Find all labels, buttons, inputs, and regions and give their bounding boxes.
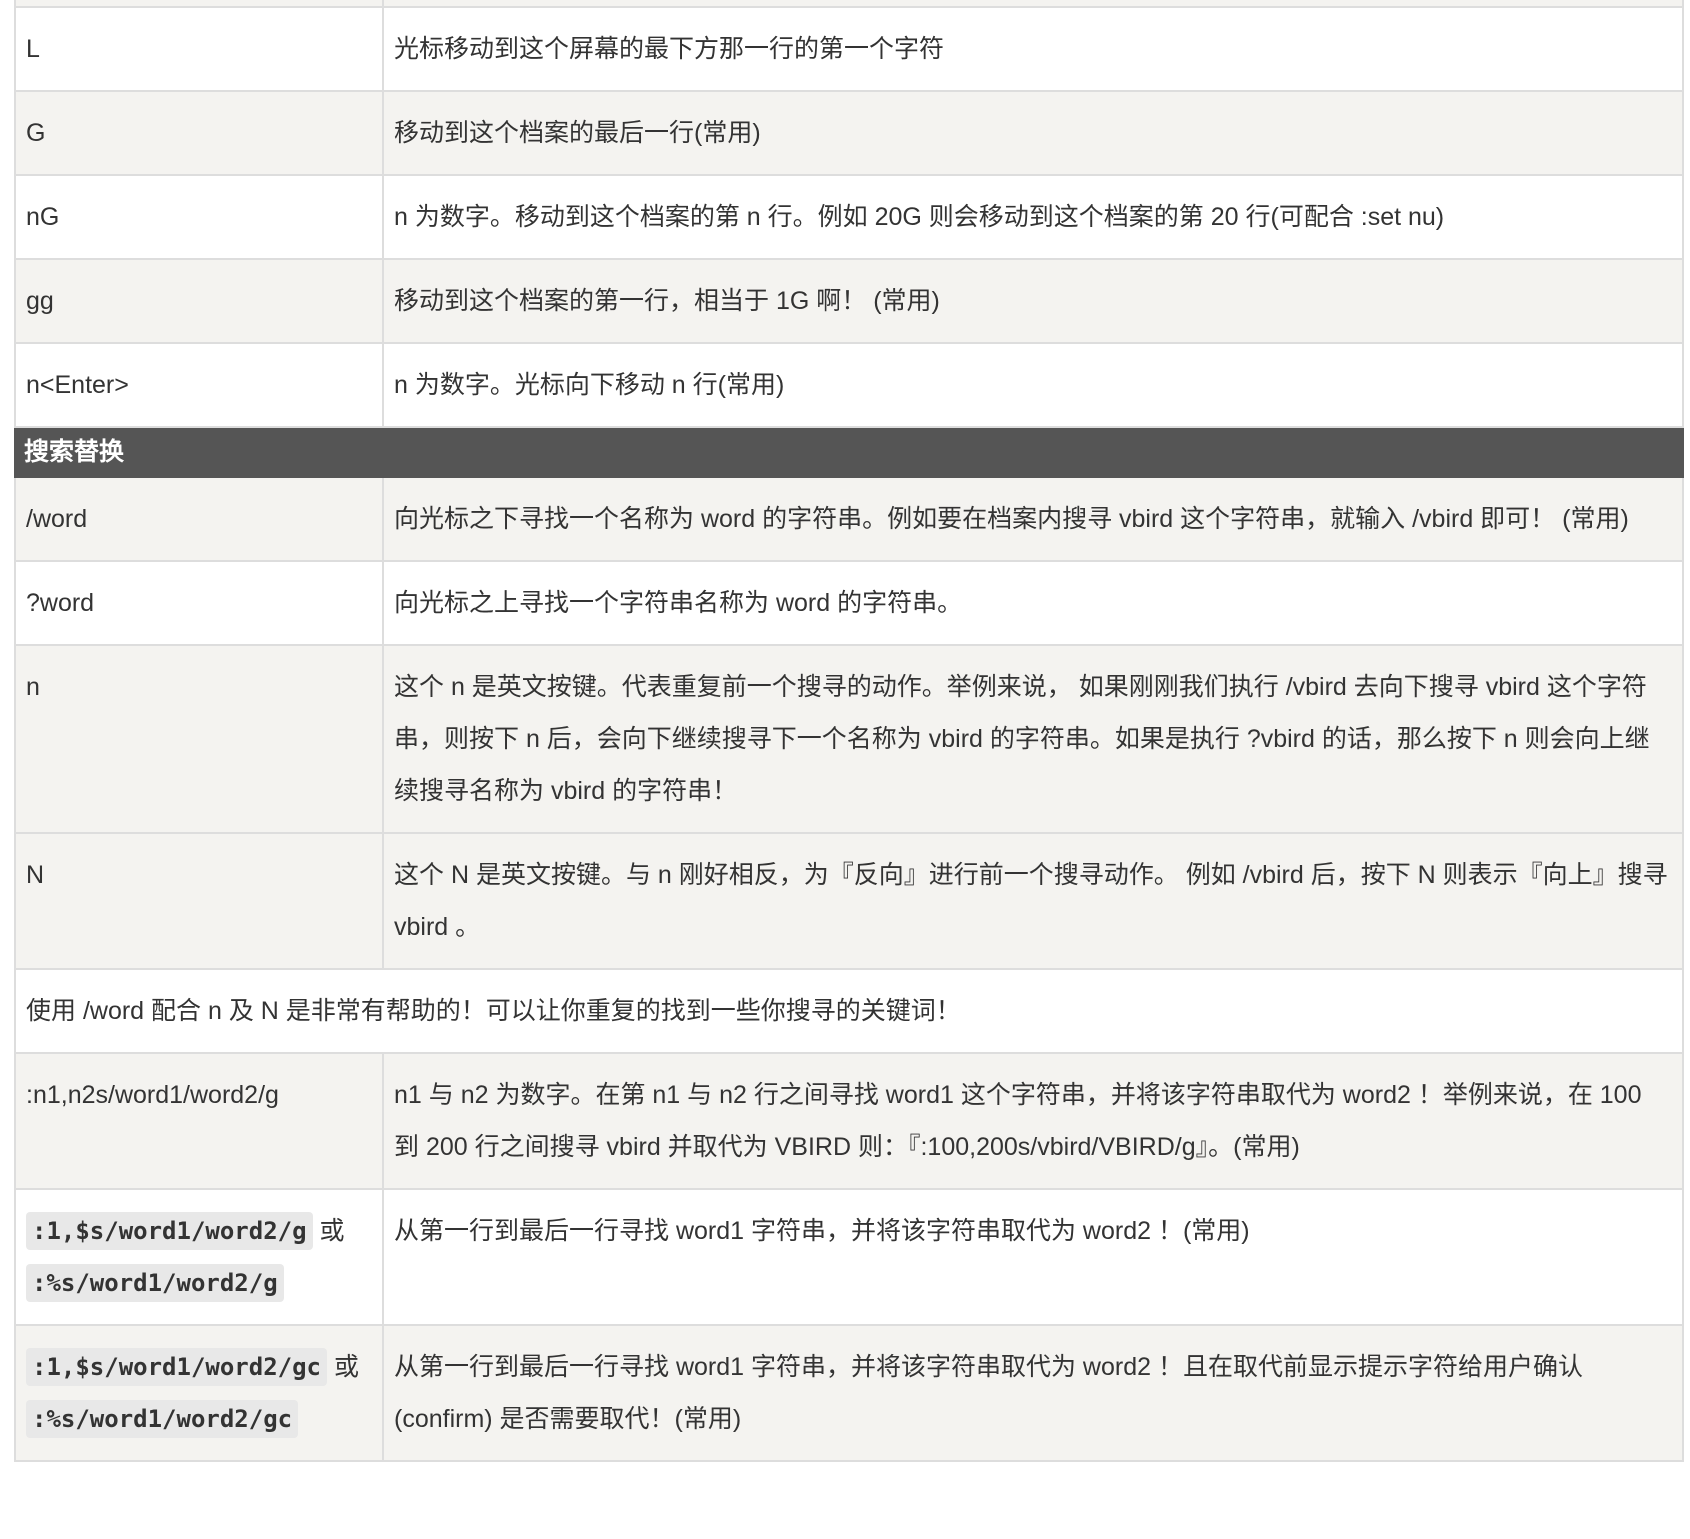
table-row: :1,$s/word1/word2/g 或 :%s/word1/word2/g … <box>14 1188 1684 1326</box>
command-desc: 移动到这个档案的第一行，相当于 1G 啊！ (常用) <box>382 258 1684 344</box>
command-key: gg <box>14 258 384 344</box>
command-code: :1,$s/word1/word2/g <box>26 1212 313 1250</box>
note-text: 使用 /word 配合 n 及 N 是非常有帮助的！可以让你重复的找到一些你搜寻… <box>14 968 1684 1054</box>
or-text: 或 <box>319 1217 345 1245</box>
command-desc: 移动到这个档案的最后一行(常用) <box>382 90 1684 176</box>
command-key: G <box>14 90 384 176</box>
command-key: L <box>14 6 384 92</box>
section-header-row: 搜索替换 <box>14 426 1684 478</box>
command-code: :%s/word1/word2/g <box>26 1264 284 1302</box>
table-row <box>14 0 1684 8</box>
table-row: G 移动到这个档案的最后一行(常用) <box>14 90 1684 176</box>
table-row: :1,$s/word1/word2/gc 或 :%s/word1/word2/g… <box>14 1324 1684 1462</box>
table-row: gg 移动到这个档案的第一行，相当于 1G 啊！ (常用) <box>14 258 1684 344</box>
vim-command-table: L 光标移动到这个屏幕的最下方那一行的第一个字符 G 移动到这个档案的最后一行(… <box>14 0 1684 1462</box>
command-desc: 从第一行到最后一行寻找 word1 字符串，并将该字符串取代为 word2 ！且… <box>382 1324 1684 1462</box>
table-row: N 这个 N 是英文按键。与 n 刚好相反，为『反向』进行前一个搜寻动作。 例如… <box>14 832 1684 970</box>
command-key: /word <box>14 476 384 562</box>
table-row: L 光标移动到这个屏幕的最下方那一行的第一个字符 <box>14 6 1684 92</box>
command-desc: n 为数字。光标向下移动 n 行(常用) <box>382 342 1684 428</box>
command-desc: n1 与 n2 为数字。在第 n1 与 n2 行之间寻找 word1 这个字符串… <box>382 1052 1684 1190</box>
command-code: :%s/word1/word2/gc <box>26 1400 299 1438</box>
command-key-cell: :1,$s/word1/word2/g 或 :%s/word1/word2/g <box>14 1188 384 1326</box>
command-desc: 光标移动到这个屏幕的最下方那一行的第一个字符 <box>382 6 1684 92</box>
table-row: nG n 为数字。移动到这个档案的第 n 行。例如 20G 则会移动到这个档案的… <box>14 174 1684 260</box>
command-desc: 从第一行到最后一行寻找 word1 字符串，并将该字符串取代为 word2 ！(… <box>382 1188 1684 1326</box>
command-key: nG <box>14 174 384 260</box>
or-text: 或 <box>333 1353 359 1381</box>
command-key: n <box>14 644 384 834</box>
table-row: n 这个 n 是英文按键。代表重复前一个搜寻的动作。举例来说， 如果刚刚我们执行… <box>14 644 1684 834</box>
note-row: 使用 /word 配合 n 及 N 是非常有帮助的！可以让你重复的找到一些你搜寻… <box>14 968 1684 1054</box>
command-key: N <box>14 832 384 970</box>
table-row: n<Enter> n 为数字。光标向下移动 n 行(常用) <box>14 342 1684 428</box>
command-desc: n 为数字。移动到这个档案的第 n 行。例如 20G 则会移动到这个档案的第 2… <box>382 174 1684 260</box>
command-desc: 这个 N 是英文按键。与 n 刚好相反，为『反向』进行前一个搜寻动作。 例如 /… <box>382 832 1684 970</box>
table-row: :n1,n2s/word1/word2/g n1 与 n2 为数字。在第 n1 … <box>14 1052 1684 1190</box>
command-desc: 这个 n 是英文按键。代表重复前一个搜寻的动作。举例来说， 如果刚刚我们执行 /… <box>382 644 1684 834</box>
section-title: 搜索替换 <box>14 426 1684 478</box>
command-key: :n1,n2s/word1/word2/g <box>14 1052 384 1190</box>
command-key-cell: :1,$s/word1/word2/gc 或 :%s/word1/word2/g… <box>14 1324 384 1462</box>
command-desc: 向光标之下寻找一个名称为 word 的字符串。例如要在档案内搜寻 vbird 这… <box>382 476 1684 562</box>
table-row: ?word 向光标之上寻找一个字符串名称为 word 的字符串。 <box>14 560 1684 646</box>
command-key: ?word <box>14 560 384 646</box>
table-row: /word 向光标之下寻找一个名称为 word 的字符串。例如要在档案内搜寻 v… <box>14 476 1684 562</box>
command-code: :1,$s/word1/word2/gc <box>26 1348 327 1386</box>
command-desc: 向光标之上寻找一个字符串名称为 word 的字符串。 <box>382 560 1684 646</box>
command-key: n<Enter> <box>14 342 384 428</box>
